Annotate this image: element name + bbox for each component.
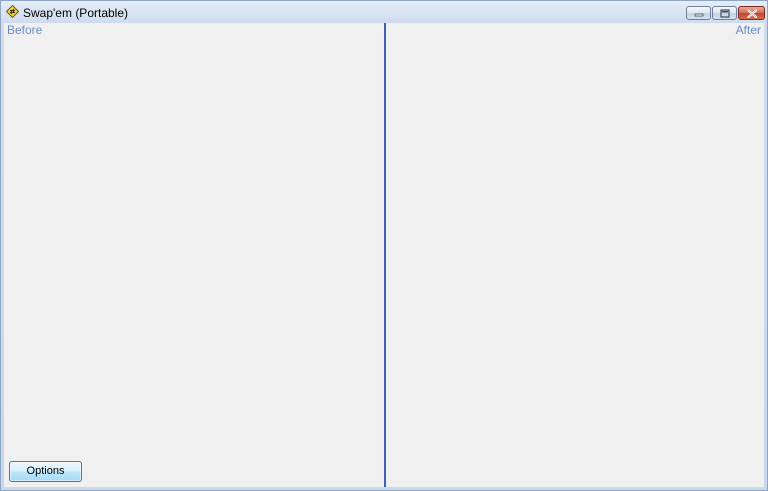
minimize-icon (694, 13, 704, 17)
title-bar[interactable]: Swap'em (Portable) (1, 1, 767, 23)
after-label: After (735, 23, 761, 37)
after-pane[interactable] (386, 23, 764, 487)
client-area: Before After Options (4, 23, 764, 487)
app-window: Swap'em (Portable) Before After Options (0, 0, 768, 491)
minimize-button[interactable] (686, 6, 711, 20)
pane-divider[interactable] (384, 23, 386, 487)
window-title: Swap'em (Portable) (23, 6, 128, 20)
before-label: Before (7, 23, 43, 37)
before-pane[interactable] (4, 23, 384, 487)
options-button[interactable]: Options (9, 461, 82, 482)
maximize-button[interactable] (712, 6, 737, 20)
app-icon[interactable] (5, 4, 20, 19)
close-button[interactable] (738, 6, 765, 20)
maximize-icon (720, 9, 730, 18)
close-icon (747, 9, 758, 19)
